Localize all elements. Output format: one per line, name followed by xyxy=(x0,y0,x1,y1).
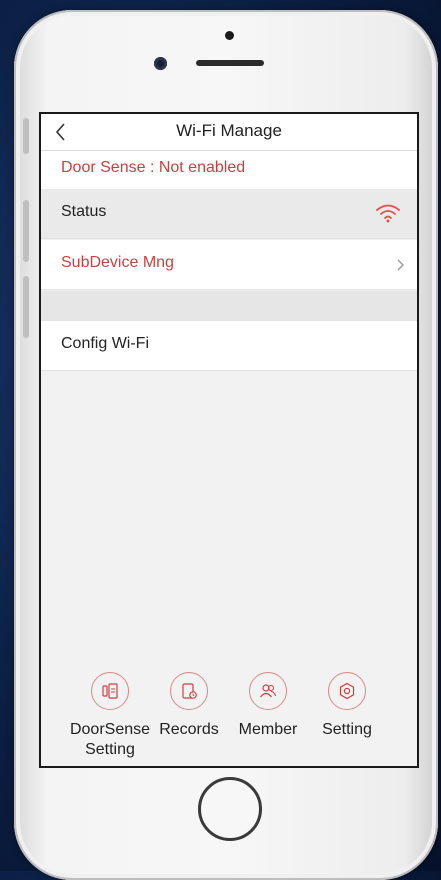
section-divider xyxy=(41,291,417,321)
proximity-sensor xyxy=(225,31,234,40)
earpiece-speaker xyxy=(196,60,264,66)
tab-records[interactable]: Records xyxy=(144,672,234,740)
tab-doorsense-setting[interactable]: DoorSense Setting xyxy=(65,672,155,760)
wifi-icon xyxy=(376,204,400,223)
mute-switch xyxy=(23,118,29,154)
tab-label: Records xyxy=(159,721,219,738)
app-screen: Wi-Fi Manage Door Sense : Not enabled St… xyxy=(39,112,419,768)
tab-label: Member xyxy=(238,721,298,738)
nav-bar: Wi-Fi Manage xyxy=(41,114,417,151)
subdevice-mng-row[interactable]: SubDevice Mng xyxy=(41,240,417,290)
bottom-tab-bar: DoorSense Setting Records Member Setting xyxy=(41,666,417,766)
volume-up-button xyxy=(23,200,29,262)
tab-setting[interactable]: Setting xyxy=(302,672,392,740)
status-row[interactable]: Status xyxy=(41,189,417,239)
records-icon xyxy=(170,672,208,710)
config-wifi-label: Config Wi-Fi xyxy=(61,335,150,352)
subdevice-mng-label: SubDevice Mng xyxy=(61,254,174,271)
tab-label: DoorSense Setting xyxy=(69,721,151,758)
front-camera xyxy=(154,57,167,70)
page-title: Wi-Fi Manage xyxy=(176,121,282,140)
home-button[interactable] xyxy=(198,777,262,841)
tab-label: Setting xyxy=(322,721,372,738)
setting-icon xyxy=(328,672,366,710)
status-label: Status xyxy=(61,203,107,220)
chevron-right-icon xyxy=(397,259,404,271)
member-icon xyxy=(249,672,287,710)
doorsense-icon xyxy=(91,672,129,710)
door-sense-text: Door Sense : Not enabled xyxy=(61,159,246,176)
tab-member[interactable]: Member xyxy=(223,672,313,740)
volume-down-button xyxy=(23,276,29,338)
config-wifi-row[interactable]: Config Wi-Fi xyxy=(41,321,417,371)
